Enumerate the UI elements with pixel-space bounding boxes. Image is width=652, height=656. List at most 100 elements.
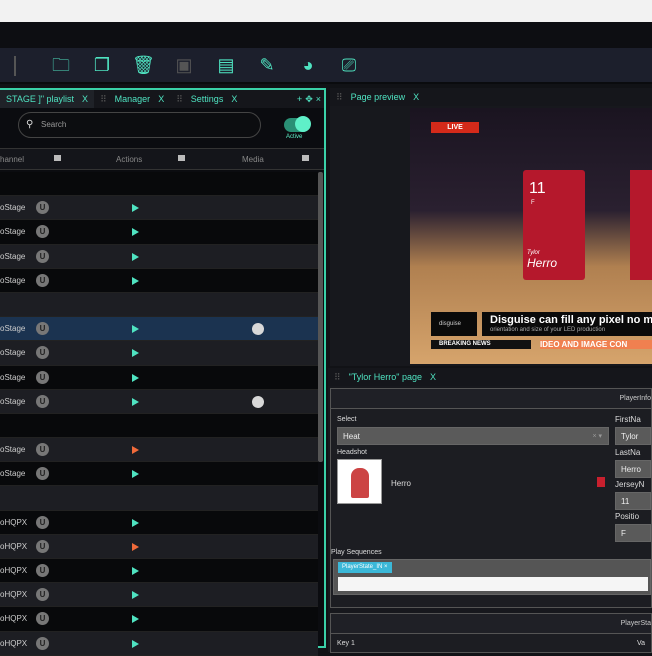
tab-manager[interactable]: ⠿ Manager X	[94, 90, 170, 108]
team-select[interactable]: Heat × ▾	[337, 427, 609, 445]
table-row[interactable]: oHQPX U	[0, 631, 318, 656]
lastname-input[interactable]: Herro	[615, 460, 651, 478]
play-icon[interactable]	[132, 639, 139, 648]
table-row[interactable]: oStage U	[0, 317, 318, 342]
active-toggle[interactable]	[284, 116, 311, 132]
drag-handle-icon[interactable]: ⠿	[176, 94, 183, 105]
column-menu-icon[interactable]	[302, 155, 309, 161]
search-input[interactable]: ⚲ Search	[18, 112, 261, 138]
tab-page-preview[interactable]: ⠿ Page preview X	[330, 88, 425, 106]
column-actions[interactable]: Actions	[116, 155, 142, 164]
group-row[interactable]	[0, 172, 318, 197]
position-input[interactable]: F	[615, 524, 651, 542]
table-row[interactable]: oStage U	[0, 438, 318, 463]
table-row[interactable]: oHQPX U	[0, 607, 318, 632]
drag-handle-icon[interactable]: ⠿	[336, 92, 343, 103]
live-badge: LIVE	[431, 122, 479, 133]
scrollbar[interactable]	[318, 172, 323, 462]
jersey-input[interactable]: 11	[615, 492, 651, 510]
tab-playlist[interactable]: STAGE ]" playlist X	[0, 90, 95, 108]
channel-name: oHQPX	[0, 638, 28, 648]
sequence-input[interactable]	[338, 577, 648, 591]
firstname-input[interactable]: Tylor	[615, 427, 651, 445]
unreal-engine-icon: U	[36, 515, 49, 529]
close-panel-icon[interactable]: ×	[316, 94, 321, 105]
play-icon[interactable]	[132, 542, 139, 551]
play-icon[interactable]	[132, 518, 139, 527]
group-row[interactable]	[0, 292, 318, 318]
channel-name: oStage	[0, 396, 26, 406]
add-icon[interactable]: +	[297, 94, 302, 105]
play-icon[interactable]	[132, 591, 139, 600]
play-icon[interactable]	[132, 204, 139, 213]
play-icon[interactable]	[132, 470, 139, 479]
save-edit-icon[interactable]: ▤	[215, 54, 237, 76]
close-icon[interactable]: X	[158, 94, 164, 104]
table-row[interactable]: oHQPX U	[0, 583, 318, 608]
sequences-field[interactable]: PlayerState_IN ×	[333, 559, 651, 595]
unreal-engine-icon: U	[36, 588, 49, 602]
window-top-bar	[0, 0, 652, 22]
play-icon[interactable]	[132, 349, 139, 358]
play-icon[interactable]	[132, 373, 139, 382]
headshot-image[interactable]	[337, 459, 382, 504]
table-row[interactable]: oStage U	[0, 244, 318, 269]
close-icon[interactable]: X	[413, 92, 419, 102]
table-row[interactable]: oStage U	[0, 462, 318, 487]
column-media[interactable]: Media	[242, 155, 264, 164]
tab-label: Settings	[190, 94, 224, 104]
play-icon[interactable]	[132, 325, 139, 334]
unreal-engine-icon: U	[36, 443, 49, 457]
table-row[interactable]: oStage U	[0, 341, 318, 366]
channel-name: oStage	[0, 227, 26, 237]
column-channel[interactable]: hannel	[0, 155, 24, 164]
search-placeholder: Search	[41, 120, 67, 129]
pencil-icon[interactable]: ✎	[256, 54, 278, 76]
table-row[interactable]: oHQPX U	[0, 559, 318, 584]
key-label: Key 1	[337, 640, 355, 647]
tab-page[interactable]: ⠿ "Tylor Herro" page X	[328, 368, 442, 386]
play-icon[interactable]	[132, 228, 139, 237]
play-icon[interactable]	[132, 276, 139, 285]
play-icon[interactable]	[132, 446, 139, 455]
monitor-upload-icon[interactable]: ⎚	[338, 54, 360, 76]
group-row[interactable]	[0, 413, 318, 439]
play-icon[interactable]	[132, 615, 139, 624]
table-row[interactable]: oStage U	[0, 365, 318, 390]
drag-handle-icon[interactable]: ⠿	[100, 94, 107, 105]
delete-icon[interactable]	[597, 477, 605, 487]
sequence-tag[interactable]: PlayerState_IN ×	[338, 562, 392, 573]
tab-settings[interactable]: ⠿ Settings X	[170, 90, 243, 108]
close-icon[interactable]: X	[231, 94, 237, 104]
play-icon[interactable]	[132, 397, 139, 406]
play-icon[interactable]	[132, 252, 139, 261]
play-icon[interactable]	[132, 567, 139, 575]
move-icon[interactable]: ✥	[305, 94, 313, 105]
table-row[interactable]: oHQPX U	[0, 534, 318, 559]
channel-name: oHQPX	[0, 517, 28, 527]
group-row[interactable]	[0, 486, 318, 511]
page-tabs: ⠿ "Tylor Herro" page X	[328, 368, 652, 386]
clear-chevron-icon[interactable]: × ▾	[592, 432, 602, 440]
jersey-label: JerseyN	[615, 480, 645, 489]
delete-icon[interactable]: 🗑	[132, 54, 155, 76]
column-menu-icon[interactable]	[178, 155, 185, 161]
remove-tag-icon[interactable]: ×	[384, 564, 388, 570]
drag-handle-icon[interactable]: ⠿	[334, 372, 341, 383]
select-label: Select	[337, 416, 357, 423]
close-icon[interactable]: X	[430, 372, 436, 382]
table-row[interactable]: oStage U	[0, 220, 318, 245]
column-menu-icon[interactable]	[54, 155, 61, 161]
table-row[interactable]: oStage U	[0, 196, 318, 221]
copy-icon[interactable]: ❐	[91, 54, 113, 76]
save-icon: ▣	[175, 55, 193, 75]
folder-add-icon[interactable]: 🗀	[50, 54, 72, 76]
palette-icon[interactable]: ◕	[297, 54, 319, 76]
table-row[interactable]: oStage U	[0, 389, 318, 414]
table-row[interactable]: oStage U	[0, 268, 318, 293]
channel-name: oStage	[0, 251, 26, 261]
table-row[interactable]: oHQPX U	[0, 510, 318, 535]
close-icon[interactable]: X	[82, 94, 88, 104]
unreal-engine-icon: U	[36, 612, 49, 626]
headshot-label: Headshot	[337, 449, 367, 456]
